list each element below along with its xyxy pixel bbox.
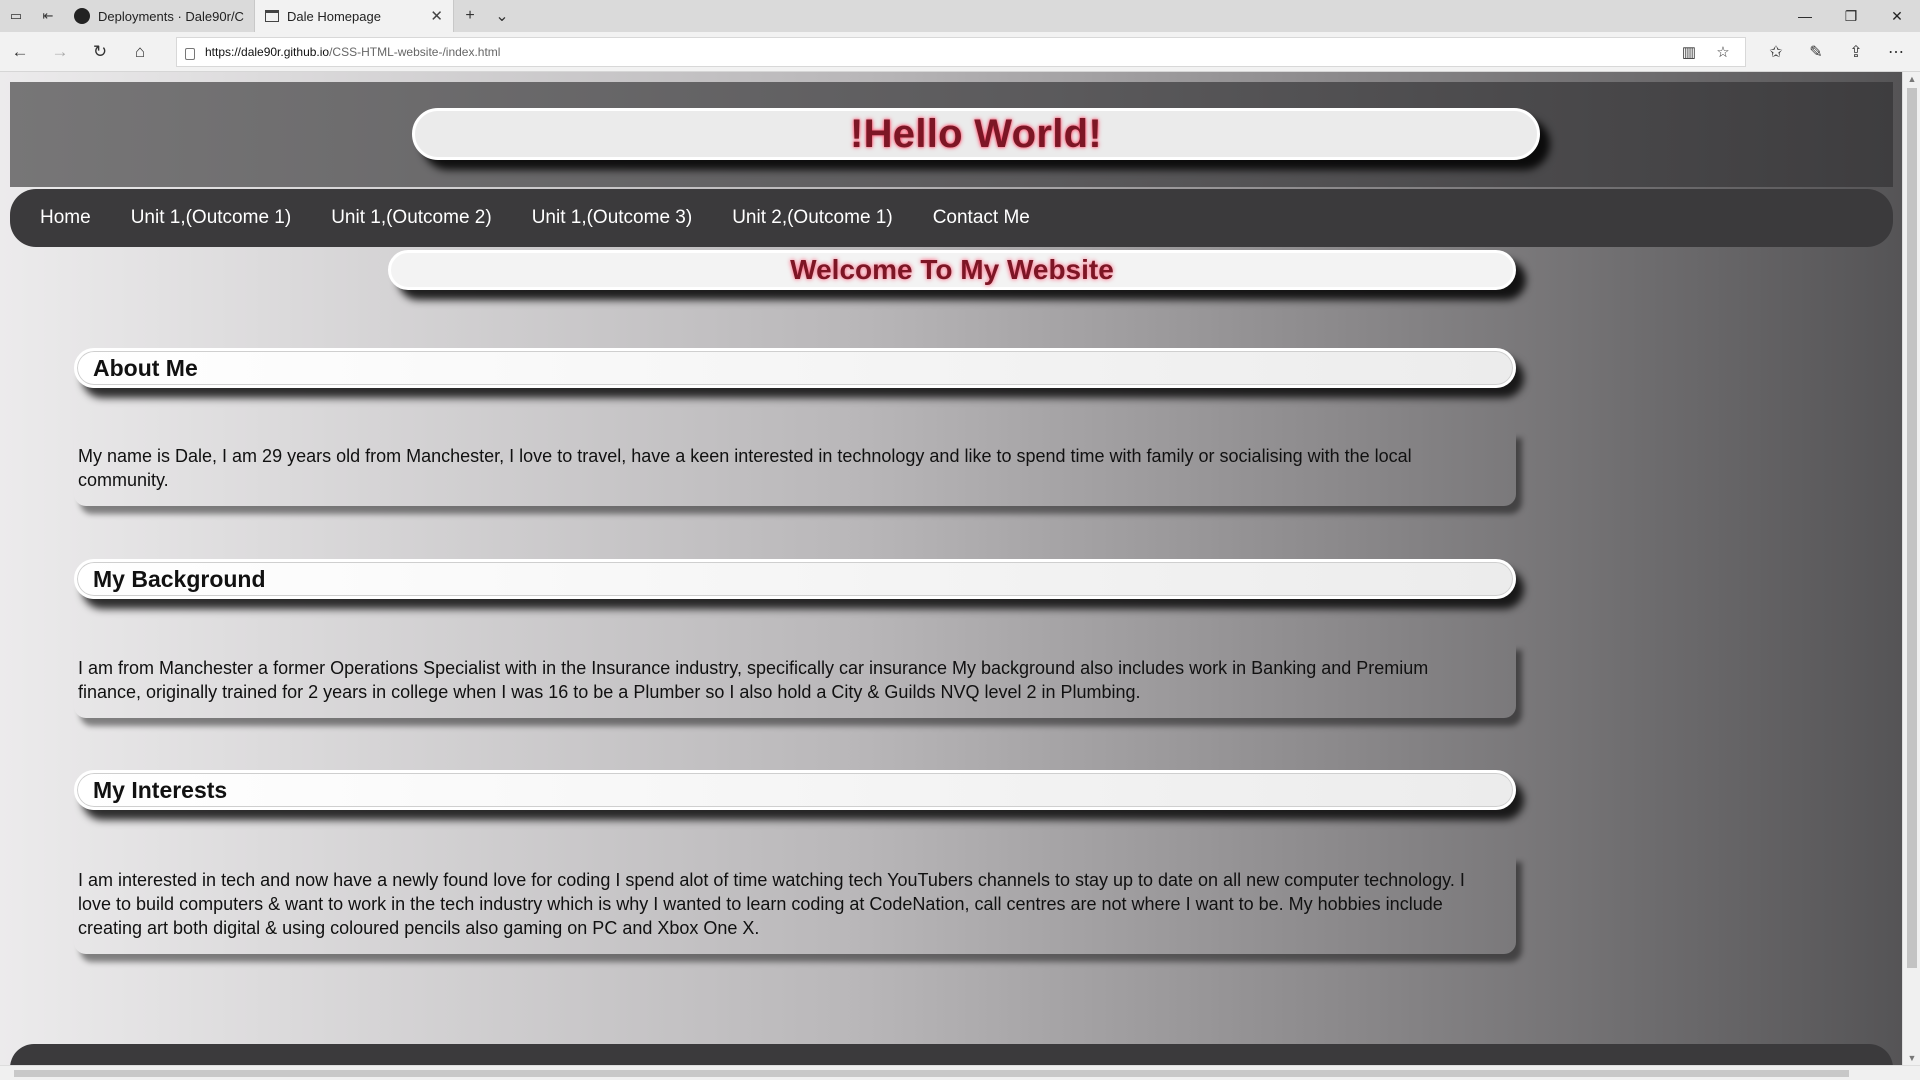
tab-label: Dale Homepage	[287, 8, 381, 24]
nav-home[interactable]: Home	[30, 207, 111, 229]
tab-actions-icon[interactable]: ▭	[0, 0, 32, 32]
url-field[interactable]: https://dale90r.github.io/CSS-HTML-websi…	[176, 36, 1746, 67]
back-arrow-icon[interactable]: ←	[0, 32, 40, 72]
horizontal-scroll-thumb[interactable]	[14, 1070, 1849, 1077]
section-text: My name is Dale, I am 29 years old from …	[78, 446, 1412, 490]
section-text: I am from Manchester a former Operations…	[78, 658, 1429, 702]
title-banner: !Hello World!	[412, 108, 1540, 160]
section-body-about: My name is Dale, I am 29 years old from …	[74, 430, 1516, 506]
horizontal-scrollbar[interactable]	[0, 1065, 1920, 1080]
forward-arrow-icon[interactable]: →	[40, 32, 80, 72]
nav-unit1-outcome1[interactable]: Unit 1,(Outcome 1)	[111, 207, 312, 229]
tab-deployments[interactable]: Deployments · Dale90r/CSS	[64, 0, 254, 32]
section-body-interests: I am interested in tech and now have a n…	[74, 854, 1516, 954]
favorites-list-icon[interactable]: ✩	[1756, 32, 1796, 72]
vertical-scrollbar[interactable]: ▲ ▼	[1902, 72, 1920, 1065]
github-icon	[74, 8, 90, 24]
reading-view-icon[interactable]: ▥	[1675, 43, 1703, 61]
vertical-scroll-thumb[interactable]	[1907, 88, 1917, 968]
section-title: About Me	[93, 354, 198, 381]
section-heading-about: About Me	[74, 348, 1516, 388]
section-heading-interests: My Interests	[74, 770, 1516, 810]
scroll-up-icon[interactable]: ▲	[1903, 74, 1920, 84]
page-footer	[10, 1044, 1893, 1065]
url-host: https://dale90r.github.io	[205, 44, 330, 59]
section-heading-background: My Background	[74, 559, 1516, 599]
close-window-icon[interactable]: ✕	[1874, 0, 1920, 32]
section-title: My Background	[93, 565, 266, 592]
browser-tab-bar: ▭ ⇤ Deployments · Dale90r/CSS Dale Homep…	[0, 0, 1920, 32]
nav-unit1-outcome3[interactable]: Unit 1,(Outcome 3)	[512, 207, 713, 229]
section-text: I am interested in tech and now have a n…	[78, 870, 1465, 938]
tab-list-chevron-icon[interactable]: ⌄	[486, 0, 518, 32]
section-body-background: I am from Manchester a former Operations…	[74, 642, 1516, 718]
tab-label: Deployments · Dale90r/CSS	[98, 8, 244, 24]
restore-icon[interactable]: ❐	[1828, 0, 1874, 32]
pen-icon[interactable]: ✎	[1796, 32, 1836, 72]
share-icon[interactable]: ⇪	[1836, 32, 1876, 72]
welcome-banner: Welcome To My Website	[388, 250, 1516, 290]
tab-dale-homepage[interactable]: Dale Homepage ✕	[254, 0, 454, 32]
page-viewport: !Hello World! Home Unit 1,(Outcome 1) Un…	[0, 72, 1902, 1065]
refresh-icon[interactable]: ↻	[80, 32, 120, 72]
browser-address-bar: ← → ↻ ⌂ https://dale90r.github.io/CSS-HT…	[0, 32, 1920, 72]
scroll-down-icon[interactable]: ▼	[1903, 1053, 1920, 1063]
close-tab-icon[interactable]: ✕	[430, 7, 443, 25]
nav-contact-me[interactable]: Contact Me	[913, 207, 1050, 229]
lock-icon	[185, 47, 195, 60]
set-tabs-aside-icon[interactable]: ⇤	[32, 0, 64, 32]
more-menu-icon[interactable]: ⋯	[1876, 32, 1916, 72]
nav-unit1-outcome2[interactable]: Unit 1,(Outcome 2)	[311, 207, 512, 229]
minimize-icon[interactable]: —	[1782, 0, 1828, 32]
url-text[interactable]: https://dale90r.github.io/CSS-HTML-websi…	[205, 45, 1665, 59]
nav-unit2-outcome1[interactable]: Unit 2,(Outcome 1)	[712, 207, 913, 229]
welcome-heading: Welcome To My Website	[790, 254, 1114, 285]
url-path: /CSS-HTML-website-/index.html	[329, 44, 501, 59]
section-title: My Interests	[93, 776, 228, 803]
favorite-star-icon[interactable]: ☆	[1709, 43, 1737, 61]
new-tab-icon[interactable]: +	[454, 0, 486, 32]
page-icon	[265, 10, 279, 22]
page-title: !Hello World!	[849, 111, 1103, 156]
home-icon[interactable]: ⌂	[120, 32, 160, 72]
site-navbar: Home Unit 1,(Outcome 1) Unit 1,(Outcome …	[10, 189, 1893, 247]
